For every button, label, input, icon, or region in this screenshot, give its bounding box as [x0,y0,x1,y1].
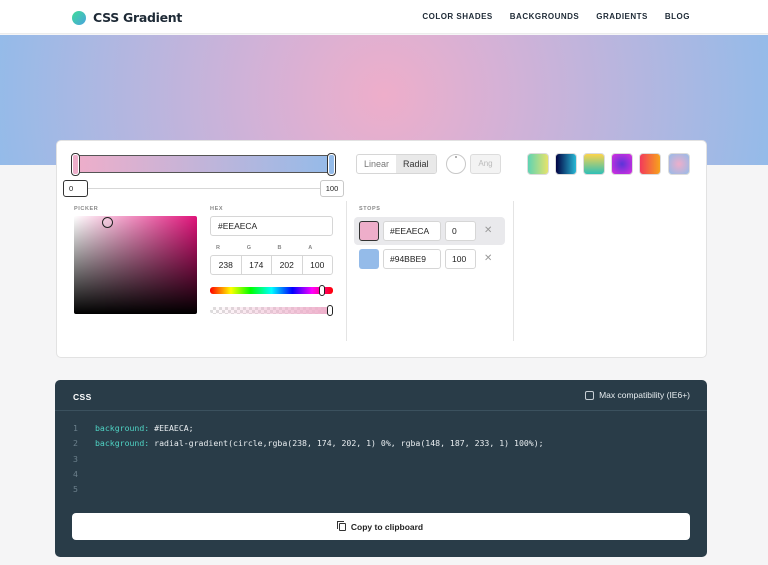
alpha-slider[interactable] [210,307,333,314]
code-line: 1 background: #EEAECA; [73,421,544,436]
remove-stop-icon[interactable]: ✕ [484,249,492,269]
hue-slider-handle[interactable] [319,285,325,296]
rgba-labels: R G B A [210,245,333,251]
preset-swatch-3[interactable] [583,153,605,175]
copy-to-clipboard-button[interactable]: Copy to clipboard [72,513,690,540]
code-block[interactable]: 1 background: #EEAECA; 2 background: radia… [73,421,544,497]
css-property: background: [95,423,150,433]
divider [55,410,707,411]
preset-swatch-6[interactable] [668,153,690,175]
hue-slider[interactable] [210,287,333,294]
angle-input[interactable]: Ang [470,154,501,174]
code-line: 2 background: radial-gradient(circle,rgba… [73,436,544,451]
code-line: 5 [73,482,544,497]
hex-label: HEX [210,206,224,212]
preset-swatch-5[interactable] [639,153,661,175]
divider [346,201,347,341]
g-input[interactable]: 174 [242,256,272,274]
r-label: R [216,245,220,251]
css-property: background: [95,438,150,449]
color-picker-area[interactable] [74,216,197,314]
stop-hex-input[interactable]: #94BBE9 [383,249,441,269]
alpha-slider-handle[interactable] [327,305,333,316]
position-input-end[interactable]: 100 [320,180,344,197]
logo-text: CSS Gradient [93,10,183,25]
line-number: 4 [73,468,78,479]
stop-row[interactable]: #94BBE9 100 ✕ [354,245,505,273]
stop-color-swatch[interactable] [359,249,379,269]
picker-label: PICKER [74,206,99,212]
b-input[interactable]: 202 [272,256,303,274]
code-line: 4 [73,467,544,482]
type-radial-button[interactable]: Radial [396,155,436,173]
preset-swatch-2[interactable] [555,153,577,175]
line-number: 5 [73,484,78,495]
angle-dial-icon[interactable] [446,154,466,174]
hex-input[interactable]: #EEAECA [210,216,333,236]
stop-position-input[interactable]: 0 [445,221,476,241]
line-number: 3 [73,453,78,464]
stop-color-swatch[interactable] [359,221,379,241]
a-label: A [308,245,313,251]
nav-gradients[interactable]: GRADIENTS [596,12,648,21]
copy-icon [336,520,346,531]
type-linear-button[interactable]: Linear [357,155,396,173]
stops-label: STOPS [359,206,381,212]
stop-hex-input[interactable]: #EEAECA [383,221,441,241]
code-line: 3 [73,452,544,467]
top-header: CSS Gradient COLOR SHADES BACKGROUNDS GR… [0,0,768,34]
nav-color-shades[interactable]: COLOR SHADES [422,12,492,21]
stop-position-input[interactable]: 100 [445,249,476,269]
max-compat-label: Max compatibility (IE6+) [599,390,690,400]
r-input[interactable]: 238 [211,256,242,274]
stop-handle-end[interactable] [327,153,336,176]
logo-icon [72,10,86,25]
nav-blog[interactable]: BLOG [665,12,690,21]
max-compat-toggle[interactable]: Max compatibility (IE6+) [585,390,690,400]
logo[interactable]: CSS Gradient [72,10,182,25]
css-value: radial-gradient(circle,rgba(238, 174, 20… [154,438,544,449]
gradient-editor: 0 100 Linear Radial Ang PICKER HEX #EEAE… [56,140,707,358]
preset-swatch-1[interactable] [527,153,549,175]
css-output-panel: CSS Max compatibility (IE6+) 1 background… [55,380,707,557]
copy-button-label: Copy to clipboard [350,521,424,532]
stop-row[interactable]: #EEAECA 0 ✕ [354,217,505,245]
picker-cursor[interactable] [102,217,113,228]
rgba-inputs: 238 174 202 100 [210,255,333,275]
a-input[interactable]: 100 [303,256,333,274]
g-label: G [246,245,252,251]
position-input-start[interactable]: 0 [63,180,88,197]
gradient-bar[interactable] [76,155,334,173]
nav-backgrounds[interactable]: BACKGROUNDS [510,12,580,21]
b-label: B [277,245,282,251]
gradient-type-toggle: Linear Radial [356,154,437,174]
preset-swatch-4[interactable] [611,153,633,175]
stop-handle-start[interactable] [71,153,80,176]
divider [513,201,514,341]
code-title: CSS [73,392,92,402]
remove-stop-icon[interactable]: ✕ [484,221,492,241]
main-nav: COLOR SHADES BACKGROUNDS GRADIENTS BLOG [422,12,690,21]
line-number: 2 [73,438,78,449]
position-track [84,188,334,189]
max-compat-checkbox[interactable] [585,390,595,400]
line-number: 1 [73,423,78,433]
css-value: #EEAECA; [154,423,194,433]
